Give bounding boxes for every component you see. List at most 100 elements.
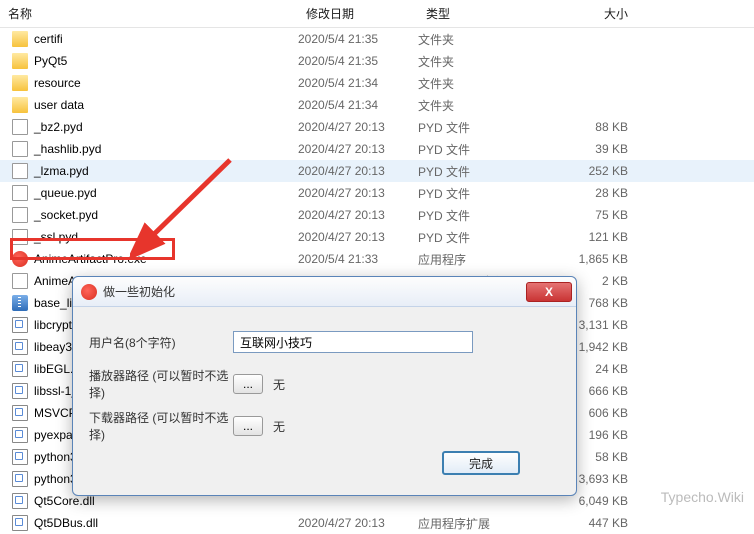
table-row[interactable]: Qt5DBus.dll 2020/4/27 20:13应用程序扩展447 KB <box>0 512 754 534</box>
table-row[interactable]: AnimeArtifactPro.exe 2020/5/4 21:33应用程序1,… <box>0 248 754 270</box>
file-type: PYD 文件 <box>418 229 548 246</box>
table-row[interactable]: _queue.pyd 2020/4/27 20:13PYD 文件28 KB <box>0 182 754 204</box>
dll-icon <box>12 493 28 509</box>
file-type: PYD 文件 <box>418 207 548 224</box>
dialog-body: 用户名(8个字符) 播放器路径 (可以暂时不选择) ... 无 下载器路径 (可… <box>73 307 576 493</box>
file-date: 2020/4/27 20:13 <box>298 516 418 530</box>
file-icon <box>12 119 28 135</box>
table-row[interactable]: _lzma.pyd 2020/4/27 20:13PYD 文件252 KB <box>0 160 754 182</box>
col-header-date[interactable]: 修改日期 <box>298 5 418 22</box>
table-row[interactable]: _bz2.pyd2020/4/27 20:13PYD 文件88 KB <box>0 116 754 138</box>
close-icon: X <box>545 285 553 299</box>
table-row[interactable]: _ssl.pyd2020/4/27 20:13PYD 文件121 KB <box>0 226 754 248</box>
username-input[interactable] <box>233 331 473 353</box>
file-name: Qt5Core.dll <box>34 494 95 508</box>
dll-icon <box>12 317 28 333</box>
player-path-value: 无 <box>273 376 285 393</box>
file-date: 2020/4/27 20:13 <box>298 164 418 178</box>
file-type: 文件夹 <box>418 31 548 48</box>
folder-icon <box>12 31 28 47</box>
table-row[interactable]: _hashlib.pyd 2020/4/27 20:13PYD 文件39 KB <box>0 138 754 160</box>
dialog-titlebar[interactable]: 做一些初始化 X <box>73 277 576 307</box>
file-size: 1,865 KB <box>548 252 648 266</box>
dll-icon <box>12 339 28 355</box>
file-name: AnimeArtifactPro.exe <box>34 252 147 266</box>
table-row[interactable]: _socket.pyd 2020/4/27 20:13PYD 文件75 KB <box>0 204 754 226</box>
init-dialog: 做一些初始化 X 用户名(8个字符) 播放器路径 (可以暂时不选择) ... 无… <box>72 276 577 496</box>
file-icon <box>12 207 28 223</box>
file-date: 2020/4/27 20:13 <box>298 230 418 244</box>
folder-icon <box>12 53 28 69</box>
file-date: 2020/5/4 21:35 <box>298 54 418 68</box>
file-type: 文件夹 <box>418 53 548 70</box>
file-name: _socket.pyd <box>34 208 98 222</box>
dll-icon <box>12 449 28 465</box>
close-button[interactable]: X <box>526 282 572 302</box>
file-icon <box>12 163 28 179</box>
file-size: 6,049 KB <box>548 494 648 508</box>
file-name: resource <box>34 76 81 90</box>
file-name: user data <box>34 98 84 112</box>
file-size: 28 KB <box>548 186 648 200</box>
file-type: 应用程序 <box>418 251 548 268</box>
file-type: PYD 文件 <box>418 163 548 180</box>
file-icon <box>12 185 28 201</box>
file-size: 88 KB <box>548 120 648 134</box>
dll-icon <box>12 361 28 377</box>
file-icon <box>12 229 28 245</box>
file-date: 2020/5/4 21:35 <box>298 32 418 46</box>
column-header-row: 名称 修改日期 类型 大小 <box>0 0 754 28</box>
file-date: 2020/4/27 20:13 <box>298 142 418 156</box>
dll-icon <box>12 405 28 421</box>
app-icon <box>81 284 97 300</box>
file-date: 2020/5/4 21:34 <box>298 98 418 112</box>
folder-icon <box>12 97 28 113</box>
table-row[interactable]: certifi 2020/5/4 21:35文件夹 <box>0 28 754 50</box>
file-icon <box>12 141 28 157</box>
zip-icon <box>12 295 28 311</box>
file-date: 2020/5/4 21:33 <box>298 252 418 266</box>
downloader-path-label: 下载器路径 (可以暂时不选择) <box>89 409 233 443</box>
file-name: _ssl.pyd <box>34 230 78 244</box>
file-type: PYD 文件 <box>418 141 548 158</box>
table-row[interactable]: resource 2020/5/4 21:34文件夹 <box>0 72 754 94</box>
table-row[interactable]: PyQt5 2020/5/4 21:35文件夹 <box>0 50 754 72</box>
browse-player-button[interactable]: ... <box>233 374 263 394</box>
finish-button[interactable]: 完成 <box>442 451 520 475</box>
folder-icon <box>12 75 28 91</box>
file-date: 2020/4/27 20:13 <box>298 186 418 200</box>
browse-downloader-button[interactable]: ... <box>233 416 263 436</box>
watermark: Typecho.Wiki <box>661 489 744 505</box>
file-date: 2020/4/27 20:13 <box>298 208 418 222</box>
dll-icon <box>12 471 28 487</box>
dll-icon <box>12 383 28 399</box>
file-name: _lzma.pyd <box>34 164 89 178</box>
col-header-type[interactable]: 类型 <box>418 5 548 22</box>
file-name: Qt5DBus.dll <box>34 516 98 530</box>
file-name: _bz2.pyd <box>34 120 83 134</box>
file-type: PYD 文件 <box>418 185 548 202</box>
file-size: 447 KB <box>548 516 648 530</box>
col-header-name[interactable]: 名称 <box>0 5 298 22</box>
downloader-path-value: 无 <box>273 418 285 435</box>
dialog-title: 做一些初始化 <box>103 283 526 300</box>
file-type: PYD 文件 <box>418 119 548 136</box>
file-size: 252 KB <box>548 164 648 178</box>
file-name: certifi <box>34 32 63 46</box>
file-name: _queue.pyd <box>34 186 97 200</box>
file-size: 75 KB <box>548 208 648 222</box>
exe-icon <box>12 251 28 267</box>
dll-icon <box>12 427 28 443</box>
file-name: PyQt5 <box>34 54 67 68</box>
table-row[interactable]: user data 2020/5/4 21:34文件夹 <box>0 94 754 116</box>
file-size: 39 KB <box>548 142 648 156</box>
file-type: 应用程序扩展 <box>418 515 548 532</box>
username-label: 用户名(8个字符) <box>89 334 233 351</box>
file-name: _hashlib.pyd <box>34 142 101 156</box>
file-date: 2020/5/4 21:34 <box>298 76 418 90</box>
file-type: 文件夹 <box>418 97 548 114</box>
file-icon <box>12 273 28 289</box>
col-header-size[interactable]: 大小 <box>548 5 648 22</box>
file-type: 文件夹 <box>418 75 548 92</box>
player-path-label: 播放器路径 (可以暂时不选择) <box>89 367 233 401</box>
